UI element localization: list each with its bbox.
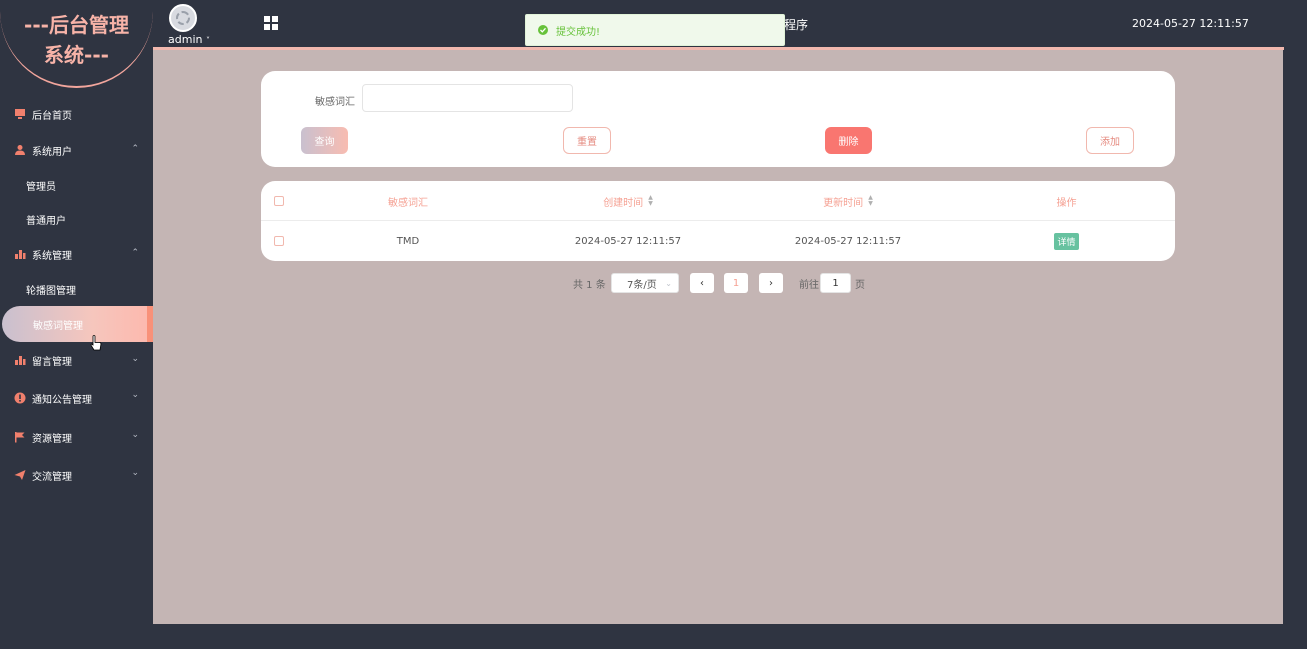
- page-size-value: 7条/页: [627, 279, 657, 291]
- goto-page-input[interactable]: 1: [820, 273, 851, 293]
- main-content: 敏感词汇 查询 重置 删除 添加 敏感词汇 创建时间 ▲ ▼ 更新时间 ▲ ▼ 操作…: [153, 50, 1283, 624]
- chevron-down-icon: ⌄: [131, 354, 139, 364]
- grid-icon[interactable]: [264, 16, 278, 30]
- sidebar-subitem-label: 敏感词管理: [33, 320, 83, 332]
- sidebar-item-label: 留言管理: [32, 356, 72, 368]
- sidebar-item-exchange[interactable]: 交流管理 ⌄: [0, 456, 153, 494]
- success-toast: 提交成功!: [525, 14, 785, 46]
- row-checkbox[interactable]: [269, 221, 289, 261]
- column-header-label: 更新时间: [823, 197, 864, 209]
- logo-line-2: 系统---: [44, 43, 109, 67]
- user-menu[interactable]: admin ˅: [168, 33, 210, 46]
- sidebar-subitem-sensitive-words[interactable]: 敏感词管理: [2, 306, 153, 342]
- add-button[interactable]: 添加: [1086, 127, 1134, 154]
- sidebar-item-messages[interactable]: 留言管理 ⌄: [0, 342, 153, 378]
- page-size-select[interactable]: 7条/页 ⌄: [611, 273, 679, 293]
- monitor-icon: [14, 108, 26, 120]
- user-icon: [14, 144, 26, 156]
- column-header-label: 创建时间: [603, 197, 644, 209]
- sidebar-item-system-users[interactable]: 系统用户 ⌃: [0, 132, 153, 168]
- cell-created: 2024-05-27 12:11:57: [574, 235, 682, 247]
- cell-actions: 详情: [958, 221, 1175, 261]
- goto-label: 前往: [799, 279, 819, 291]
- sort-icon[interactable]: ▲ ▼: [648, 195, 653, 207]
- chevron-right-icon: ›: [769, 277, 773, 289]
- sidebar-menu: 后台首页 系统用户 ⌃ 管理员 普通用户 系统管理 ⌃ 轮播图管理 敏感词管理: [0, 96, 153, 494]
- sidebar-item-system-management[interactable]: 系统管理 ⌃: [0, 236, 153, 272]
- search-panel: 敏感词汇 查询 重置 删除 添加: [261, 71, 1175, 167]
- data-table: 敏感词汇 创建时间 ▲ ▼ 更新时间 ▲ ▼ 操作 TMD 2024-05-27 1…: [261, 181, 1175, 261]
- sidebar-item-label: 后台首页: [32, 110, 72, 122]
- query-button[interactable]: 查询: [301, 127, 348, 154]
- app-logo: ---后台管理 系统---: [0, 10, 153, 70]
- select-all-checkbox[interactable]: [269, 181, 289, 221]
- toast-message: 提交成功!: [556, 26, 601, 38]
- sidebar-subitem-carousel[interactable]: 轮播图管理: [0, 272, 153, 306]
- logo-line-1: ---后台管理: [24, 13, 129, 37]
- loading-icon: [176, 11, 190, 25]
- caret-down-icon: ˅: [205, 36, 210, 45]
- bar-chart-icon: [14, 248, 26, 260]
- prev-page-button[interactable]: ‹: [690, 273, 714, 293]
- chevron-down-icon: ⌄: [131, 430, 139, 440]
- sidebar-item-resources[interactable]: 资源管理 ⌄: [0, 418, 153, 456]
- check-circle-icon: [538, 25, 548, 35]
- chevron-left-icon: ‹: [700, 277, 704, 289]
- chevron-down-icon: ⌄: [665, 278, 672, 288]
- search-label: 敏感词汇: [315, 97, 355, 108]
- column-header-word[interactable]: 敏感词汇: [298, 181, 518, 221]
- sidebar-subitem-users[interactable]: 普通用户: [0, 202, 153, 236]
- info-icon: [14, 392, 26, 404]
- paper-plane-icon: [14, 469, 26, 481]
- column-header-actions: 操作: [1056, 197, 1077, 209]
- column-header-updated[interactable]: 更新时间 ▲ ▼: [738, 181, 958, 221]
- column-header-created[interactable]: 创建时间 ▲ ▼: [518, 181, 738, 221]
- reset-button[interactable]: 重置: [563, 127, 611, 154]
- bar-chart-icon: [14, 354, 26, 366]
- chevron-up-icon: ⌃: [131, 144, 139, 154]
- sort-icon[interactable]: ▲ ▼: [868, 195, 873, 207]
- sidebar-item-dashboard[interactable]: 后台首页: [0, 96, 153, 132]
- sidebar-item-label: 交流管理: [32, 471, 72, 483]
- chevron-down-icon: ⌄: [131, 468, 139, 478]
- detail-button[interactable]: 详情: [1054, 232, 1079, 250]
- page-suffix: 页: [855, 279, 865, 291]
- sidebar-item-notices[interactable]: 通知公告管理 ⌄: [0, 378, 153, 418]
- avatar[interactable]: [169, 4, 197, 32]
- cell-word: TMD: [396, 235, 420, 247]
- sensitive-word-input[interactable]: [362, 84, 573, 112]
- sidebar-item-label: 通知公告管理: [32, 394, 92, 406]
- sidebar-subitem-admins[interactable]: 管理员: [0, 168, 153, 202]
- header-title: 程序: [784, 18, 809, 32]
- table-header: 敏感词汇 创建时间 ▲ ▼ 更新时间 ▲ ▼ 操作: [261, 181, 1175, 221]
- header-datetime: 2024-05-27 12:11:57: [1132, 17, 1249, 30]
- cell-updated: 2024-05-27 12:11:57: [794, 235, 902, 247]
- sidebar: ---后台管理 系统--- 后台首页 系统用户 ⌃ 管理员 普通用户 系统管理 …: [0, 0, 153, 649]
- next-page-button[interactable]: ›: [759, 273, 783, 293]
- chevron-down-icon: ⌄: [131, 390, 139, 400]
- mouse-cursor-icon: [90, 335, 102, 351]
- delete-button[interactable]: 删除: [825, 127, 872, 154]
- pagination-total: 共 1 条: [573, 279, 606, 291]
- sidebar-item-label: 系统用户: [32, 146, 72, 158]
- flag-icon: [14, 431, 26, 443]
- sidebar-item-label: 系统管理: [32, 250, 72, 262]
- chevron-up-icon: ⌃: [131, 248, 139, 258]
- page-number-current[interactable]: 1: [724, 273, 748, 293]
- username: admin: [168, 33, 203, 46]
- sidebar-item-label: 资源管理: [32, 433, 72, 445]
- table-row: TMD 2024-05-27 12:11:57 2024-05-27 12:11…: [261, 221, 1175, 261]
